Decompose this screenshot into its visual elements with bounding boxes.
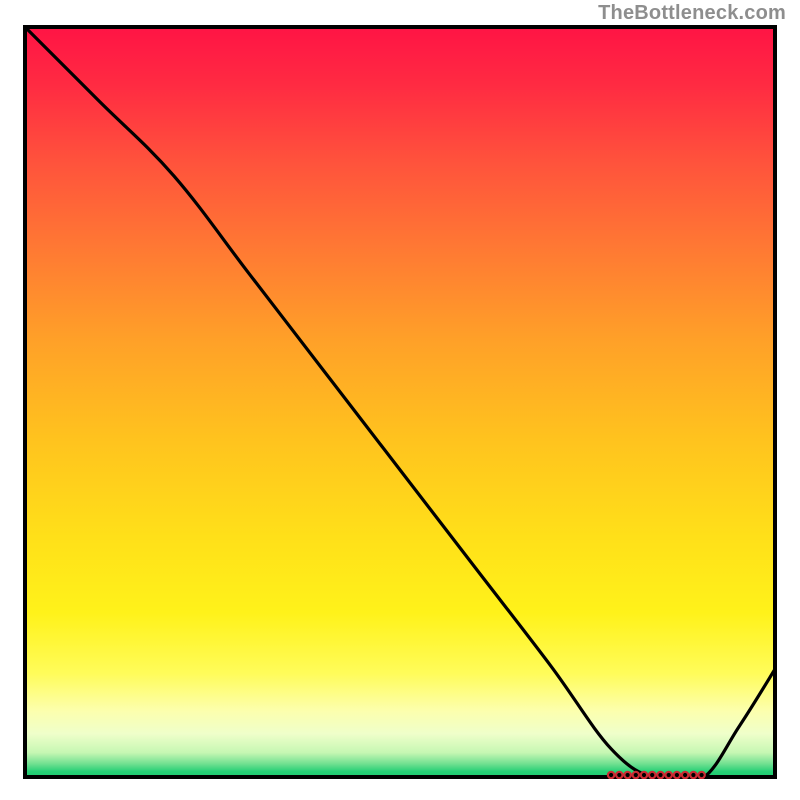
valley-marker [608, 772, 705, 778]
chart-root: TheBottleneck.com [0, 0, 800, 800]
attribution-text: TheBottleneck.com [598, 2, 786, 25]
plot-area [23, 25, 777, 779]
bottleneck-curve [23, 25, 777, 779]
chart-svg [23, 25, 777, 779]
